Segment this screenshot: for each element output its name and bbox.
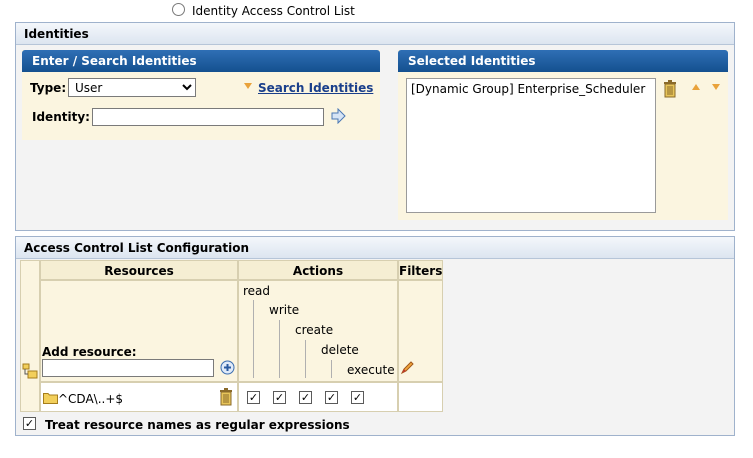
regex-label: Treat resource names as regular expressi… — [45, 418, 350, 432]
action-create: create — [295, 323, 334, 337]
execute-checkbox[interactable]: ✓ — [351, 391, 364, 404]
list-item[interactable]: [Dynamic Group] Enterprise_Scheduler — [407, 79, 655, 99]
selected-identities-list[interactable]: [Dynamic Group] Enterprise_Scheduler — [406, 78, 656, 213]
add-resource-label: Add resource: — [42, 345, 137, 359]
folder-icon — [43, 393, 58, 404]
delete-checkbox[interactable]: ✓ — [325, 391, 338, 404]
search-panel-title: Enter / Search Identities — [22, 50, 380, 72]
triangle-down-icon — [244, 83, 252, 89]
acl-title: Access Control List Configuration — [16, 237, 734, 259]
edit-filter-icon[interactable] — [400, 360, 415, 375]
move-down-icon[interactable] — [712, 84, 720, 90]
tree-line — [305, 340, 306, 378]
regex-checkbox[interactable]: ✓ — [23, 417, 36, 430]
move-up-icon[interactable] — [692, 84, 700, 90]
action-execute: execute — [347, 363, 395, 377]
row-select-column — [20, 260, 40, 412]
filters-header: Filters — [398, 260, 443, 280]
identity-label: Identity: — [32, 110, 90, 124]
resources-header: Resources — [40, 260, 238, 280]
tree-line — [331, 360, 332, 378]
action-read: read — [243, 284, 271, 298]
identities-title: Identities — [16, 23, 734, 45]
create-checkbox[interactable]: ✓ — [299, 391, 312, 404]
identity-input[interactable] — [92, 108, 324, 126]
selected-panel-title: Selected Identities — [398, 50, 728, 72]
trash-icon[interactable] — [663, 80, 677, 98]
write-checkbox[interactable]: ✓ — [273, 391, 286, 404]
table-row-actions — [238, 382, 398, 412]
tree-line — [253, 300, 254, 378]
type-label: Type: — [30, 81, 67, 95]
delete-resource-icon[interactable] — [219, 388, 233, 406]
tree-line — [279, 320, 280, 378]
search-identities-link[interactable]: Search Identities — [258, 81, 373, 95]
identity-acl-radio[interactable] — [172, 3, 185, 16]
resource-name: ^CDA\..+$ — [58, 392, 124, 406]
identity-acl-radio-label: Identity Access Control List — [192, 4, 355, 18]
add-resource-input[interactable] — [42, 359, 214, 377]
arrow-right-icon[interactable] — [330, 108, 346, 124]
action-delete: delete — [321, 343, 359, 357]
type-select[interactable]: User — [68, 78, 196, 97]
actions-header: Actions — [238, 260, 398, 280]
action-write: write — [269, 303, 300, 317]
table-row-filters — [398, 382, 443, 412]
add-circle-icon[interactable] — [220, 360, 235, 375]
read-checkbox[interactable]: ✓ — [247, 391, 260, 404]
folder-tree-icon[interactable] — [22, 363, 38, 379]
